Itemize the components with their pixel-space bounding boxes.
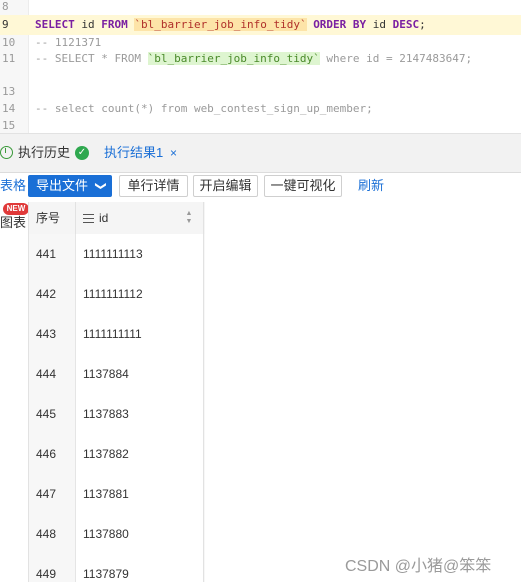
cell-id[interactable]: 1137882: [76, 434, 204, 474]
table-name-highlight: `bl_barrier_job_info_tidy`: [147, 52, 320, 65]
cell-id[interactable]: 1137884: [76, 354, 204, 394]
editor-line-active[interactable]: 9 SELECT id FROM `bl_barrier_job_info_ti…: [0, 15, 521, 35]
grid-border: [203, 202, 204, 582]
sql-editor[interactable]: 8 9 SELECT id FROM `bl_barrier_job_info_…: [0, 0, 521, 133]
view-table-tab[interactable]: 表格: [0, 172, 26, 200]
table-row[interactable]: 443 1111111111: [29, 314, 205, 355]
table-row[interactable]: 449 1137879: [29, 554, 205, 582]
editor-line[interactable]: 11 -- SELECT * FROM `bl_barrier_job_info…: [0, 49, 521, 69]
cell-id[interactable]: 1111111112: [76, 274, 204, 314]
table-row[interactable]: 446 1137882: [29, 434, 205, 475]
table-row[interactable]: 441 1111111113: [29, 234, 205, 275]
cell-id[interactable]: 1137881: [76, 474, 204, 514]
cell-id[interactable]: 1137880: [76, 514, 204, 554]
close-icon[interactable]: ×: [170, 134, 177, 172]
result-grid: 序号 id ▲ ▼ 441 1111111113 442 1111111112 4…: [28, 202, 205, 582]
line-number: 9: [2, 18, 9, 31]
line-number: 11: [2, 52, 16, 65]
visualize-button[interactable]: 一键可视化: [264, 175, 342, 197]
result-toolbar: 表格 导出文件 ❯ 单行详情 开启编辑 一键可视化 刷新: [0, 172, 521, 202]
cell-id[interactable]: 1137883: [76, 394, 204, 434]
result-tabs-bar: 执行历史 ✓ 执行结果1 ×: [0, 133, 521, 173]
clock-icon: [0, 146, 13, 159]
sql-statement: SELECT id FROM `bl_barrier_job_info_tidy…: [35, 18, 426, 31]
enable-edit-button[interactable]: 开启编辑: [193, 175, 258, 197]
view-chart-tab[interactable]: 图表: [0, 212, 26, 231]
list-icon: [83, 214, 94, 223]
table-name-highlight: `bl_barrier_job_info_tidy`: [134, 18, 307, 31]
table-row[interactable]: 442 1111111112: [29, 274, 205, 315]
export-file-label: 导出文件: [36, 178, 89, 193]
column-header-id[interactable]: id: [83, 202, 108, 234]
tab-history[interactable]: 执行历史: [0, 134, 70, 172]
column-header-seq: 序号: [36, 211, 61, 225]
export-file-button[interactable]: 导出文件 ❯: [28, 175, 112, 197]
watermark: CSDN @小猪@笨笨: [345, 558, 492, 575]
line-number: 15: [2, 119, 16, 132]
refresh-link[interactable]: 刷新: [358, 172, 384, 200]
chevron-down-icon: ❯: [94, 181, 107, 191]
cell-id[interactable]: 1111111113: [76, 234, 204, 274]
tab-history-label: 执行历史: [18, 145, 71, 160]
sql-comment: -- SELECT * FROM `bl_barrier_job_info_ti…: [35, 52, 473, 65]
editor-line[interactable]: 15: [0, 116, 521, 133]
cell-id[interactable]: 1137879: [76, 554, 204, 582]
row-detail-button[interactable]: 单行详情: [119, 175, 188, 197]
tab-result-label: 执行结果1: [104, 145, 164, 160]
success-check-icon: ✓: [75, 146, 89, 160]
tab-result-1[interactable]: 执行结果1: [104, 134, 163, 172]
sort-icon[interactable]: ▲ ▼: [185, 210, 193, 226]
cell-id[interactable]: 1111111111: [76, 314, 204, 354]
table-header: 序号 id ▲ ▼: [29, 202, 205, 235]
table-row[interactable]: 447 1137881: [29, 474, 205, 515]
table-row[interactable]: 444 1137884: [29, 354, 205, 395]
table-row[interactable]: 448 1137880: [29, 514, 205, 555]
table-row[interactable]: 445 1137883: [29, 394, 205, 435]
